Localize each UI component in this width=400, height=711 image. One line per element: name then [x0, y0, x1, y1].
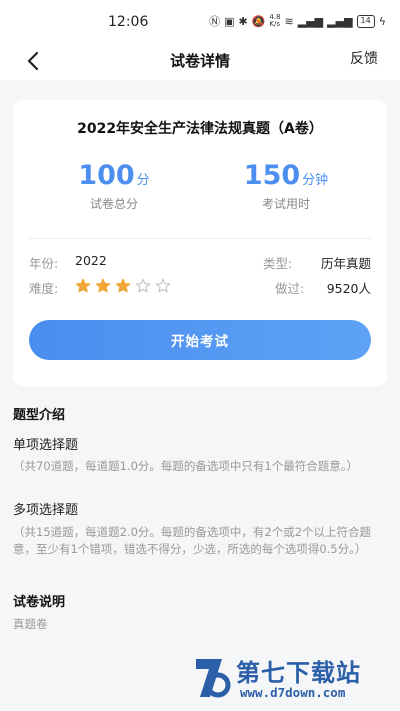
done-label: 做过:: [275, 281, 305, 296]
notes-heading: 试卷说明: [13, 595, 66, 610]
section-name: 多项选择题: [13, 503, 79, 518]
duration-value: 150: [243, 160, 301, 191]
section-description: （共70道题，每道题1.0分。每题的备选项中只有1个最符合题意。）: [13, 459, 358, 473]
net-speed-icon: 4.8 K/s: [269, 13, 281, 28]
wifi-icon: ≋: [284, 14, 294, 28]
signal-2-icon: ▂▄▆: [327, 14, 353, 28]
nfc-icon: Ⓝ: [209, 15, 221, 28]
difficulty-stars: [75, 278, 171, 294]
feedback-button[interactable]: 反馈: [350, 48, 378, 68]
signal-icon: ▂▄▆: [297, 14, 324, 28]
charging-icon: ϟ: [378, 14, 386, 28]
section-name: 单项选择题: [13, 438, 79, 453]
star-filled-icon: [95, 278, 111, 293]
year-label: 年份:: [29, 256, 59, 271]
section-description: （共15道题，每道题2.0分。每题的备选项中，有2个或2个以上符合题意，至少有1…: [13, 525, 372, 556]
total-score-unit: 分: [136, 173, 150, 188]
status-bar: 12:06 Ⓝ ▣ ✱ 🔕 4.8 K/s ≋ ▂▄▆ ▂▄▆ 14 ϟ: [0, 0, 400, 42]
paper-title: 2022年安全生产法律法规真题（A卷）: [77, 121, 323, 137]
duration-stat: 150 分钟 考试用时: [201, 160, 371, 212]
total-score-stat: 100 分 试卷总分: [29, 160, 199, 212]
star-filled-icon: [115, 278, 131, 293]
type-label: 类型:: [263, 256, 293, 271]
bluetooth-icon: ✱: [238, 14, 248, 28]
type-value: 历年真题: [320, 256, 371, 271]
nav-bar: 试卷详情 反馈: [0, 42, 400, 80]
status-time: 12:06: [108, 14, 149, 30]
watermark-title: 第七下载站: [236, 659, 361, 687]
difficulty-label: 难度:: [29, 281, 59, 296]
paper-card: 2022年安全生产法律法规真题（A卷） 100 分 试卷总分 150 分钟 考试用时…: [13, 100, 387, 386]
star-empty-icon: [135, 278, 151, 293]
battery-icon: 14: [356, 14, 375, 28]
status-icons: Ⓝ ▣ ✱ 🔕 4.8 K/s ≋ ▂▄▆ ▂▄▆ 14 ϟ: [209, 13, 386, 29]
total-score-value: 100: [78, 160, 135, 191]
done-value: 9520人: [326, 281, 371, 296]
duration-unit: 分钟: [302, 173, 329, 188]
notes-text: 真题卷: [13, 617, 48, 631]
page-title: 试卷详情: [169, 52, 230, 70]
duration-label: 考试用时: [261, 197, 310, 211]
vibrate-icon: ▣: [224, 14, 235, 28]
star-empty-icon: [155, 278, 171, 293]
intro-heading: 题型介绍: [13, 408, 66, 423]
star-filled-icon: [75, 278, 91, 293]
start-exam-button[interactable]: 开始考试: [29, 320, 371, 360]
mute-icon: 🔕: [251, 14, 266, 28]
divider: [29, 238, 371, 239]
watermark-url: www.d7down.com: [240, 685, 346, 700]
year-value: 2022: [75, 253, 107, 268]
watermark-logo: 第七下载站 www.d7down.com: [192, 653, 392, 705]
total-score-label: 试卷总分: [89, 197, 138, 211]
d7-logo-icon: [196, 659, 231, 698]
